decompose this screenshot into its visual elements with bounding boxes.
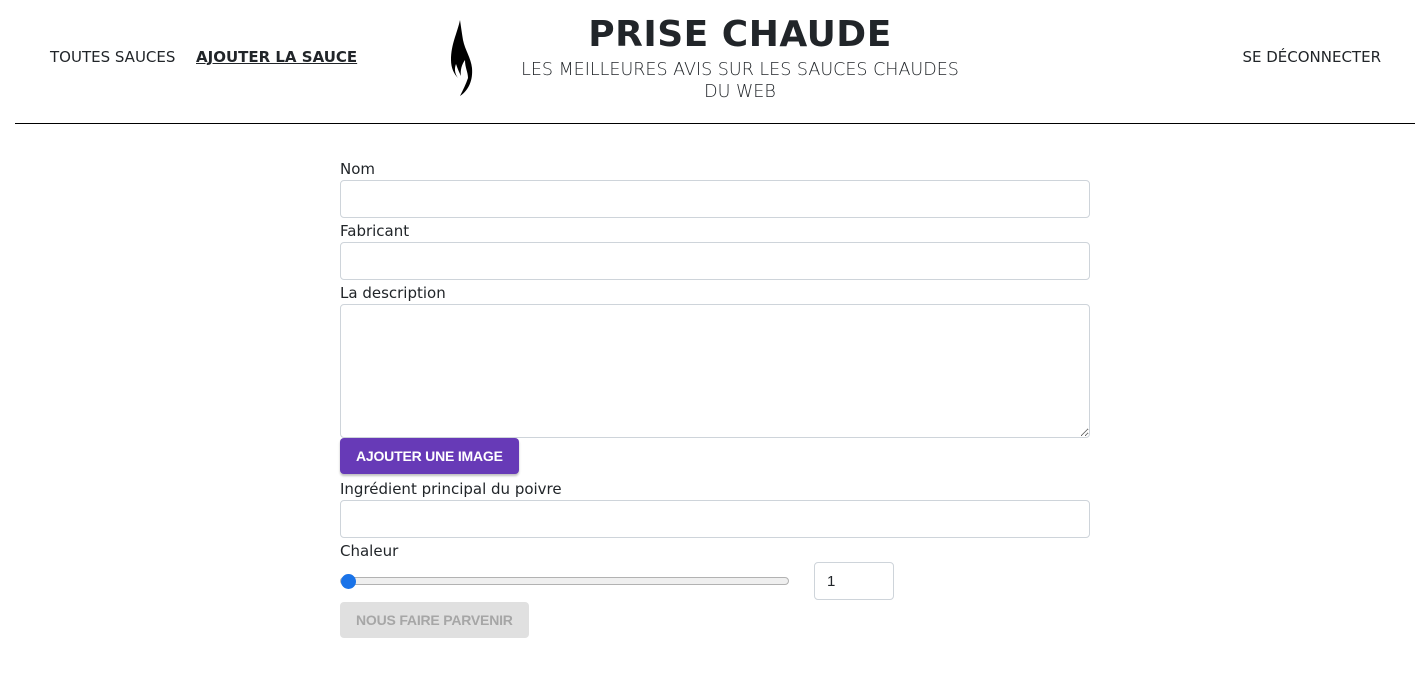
name-label: Nom [340, 160, 376, 178]
submit-button[interactable]: NOUS FAIRE PARVENIR [340, 602, 529, 638]
flame-icon [451, 20, 473, 96]
heat-value-input[interactable] [814, 562, 894, 600]
nav-add-sauce-link[interactable]: AJOUTER LA SAUCE [196, 48, 357, 66]
name-input[interactable] [340, 180, 1090, 218]
site-subtitle: LES MEILLEURES AVIS SUR LES SAUCES CHAUD… [521, 60, 959, 102]
heat-control [340, 562, 1090, 602]
main-pepper-input[interactable] [340, 500, 1090, 538]
manufacturer-input[interactable] [340, 242, 1090, 280]
nav-logout-link[interactable]: SE DÉCONNECTER [1242, 48, 1381, 66]
heat-slider-track[interactable] [340, 577, 789, 585]
nav-all-sauces-link[interactable]: TOUTES SAUCES [50, 48, 175, 66]
add-image-button[interactable]: AJOUTER UNE IMAGE [340, 438, 519, 474]
main-pepper-label: Ingrédient principal du poivre [340, 480, 562, 498]
heat-label: Chaleur [340, 542, 399, 560]
heat-slider-thumb[interactable] [341, 574, 356, 589]
site-title: PRISE CHAUDE [588, 14, 892, 55]
description-textarea[interactable] [340, 304, 1090, 438]
site-header: TOUTES SAUCES AJOUTER LA SAUCE PRISE CHA… [15, 0, 1415, 124]
description-label: La description [340, 284, 446, 302]
add-sauce-form: Nom Fabricant La description AJOUTER UNE… [340, 158, 1090, 638]
manufacturer-label: Fabricant [340, 222, 410, 240]
